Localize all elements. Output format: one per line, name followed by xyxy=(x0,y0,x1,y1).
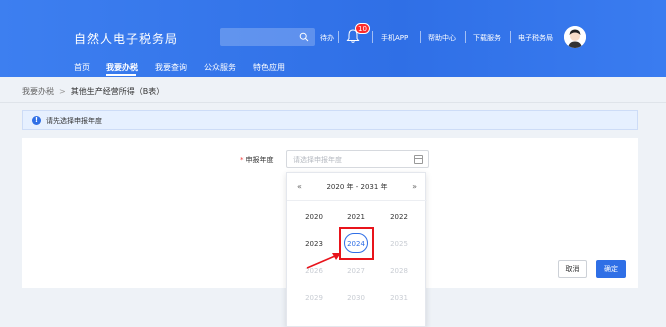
nav-active-indicator xyxy=(106,74,136,76)
breadcrumb: 我要办税 > 其他生产经营所得（B表） xyxy=(22,86,164,97)
nav-home[interactable]: 首页 xyxy=(74,62,90,73)
year-cell-2022[interactable]: 2022 xyxy=(384,213,414,221)
year-label: * 申报年度 xyxy=(240,155,274,165)
breadcrumb-parent[interactable]: 我要办税 xyxy=(22,87,54,96)
notification-badge: 10 xyxy=(355,23,370,34)
year-cell-2021[interactable]: 2021 xyxy=(341,213,371,221)
notice-bar: ! 请先选择申报年度 xyxy=(22,110,638,130)
cancel-button[interactable]: 取消 xyxy=(558,260,587,278)
mobile-app-link[interactable]: 手机APP xyxy=(381,33,408,43)
nav-featured-apps[interactable]: 特色应用 xyxy=(253,62,285,73)
pointer-arrow-icon xyxy=(306,253,341,269)
calendar-icon xyxy=(414,155,423,164)
download-link[interactable]: 下载服务 xyxy=(473,33,501,43)
year-select-input[interactable]: 请选择申报年度 xyxy=(286,150,429,168)
top-header: 自然人电子税务局 待办 10 手机APP 帮助中心 下载服务 电子税务局 首页 … xyxy=(0,0,666,77)
header-divider xyxy=(372,31,373,43)
year-cell-2030: 2030 xyxy=(347,294,365,302)
picker-header: « 2020 年 - 2031 年 » xyxy=(287,173,427,201)
info-icon: ! xyxy=(32,116,41,125)
divider xyxy=(0,102,666,103)
header-divider xyxy=(338,31,339,43)
year-cell-2025: 2025 xyxy=(390,240,408,248)
tax-bureau-link[interactable]: 电子税务局 xyxy=(518,33,553,43)
todo-link[interactable]: 待办 xyxy=(320,33,334,43)
app-title: 自然人电子税务局 xyxy=(74,32,179,46)
help-center-link[interactable]: 帮助中心 xyxy=(428,33,456,43)
header-divider xyxy=(510,31,511,43)
header-divider xyxy=(465,31,466,43)
year-cell-2029: 2029 xyxy=(305,294,323,302)
next-decade-button[interactable]: » xyxy=(412,182,417,191)
year-cell-2023[interactable]: 2023 xyxy=(299,240,329,248)
confirm-button[interactable]: 确定 xyxy=(596,260,626,278)
user-avatar-icon xyxy=(564,26,586,48)
breadcrumb-current: 其他生产经营所得（B表） xyxy=(70,87,165,96)
breadcrumb-separator: > xyxy=(59,87,66,96)
search-input[interactable] xyxy=(220,28,315,46)
header-divider xyxy=(420,31,421,43)
nav-query[interactable]: 我要查询 xyxy=(155,62,187,73)
avatar[interactable] xyxy=(564,26,586,48)
year-cell-2020[interactable]: 2020 xyxy=(299,213,329,221)
year-cell-2031: 2031 xyxy=(390,294,408,302)
search-icon[interactable] xyxy=(299,32,309,42)
required-mark: * xyxy=(240,156,244,164)
nav-public-service[interactable]: 公众服务 xyxy=(204,62,236,73)
year-cell-2028: 2028 xyxy=(390,267,408,275)
year-placeholder: 请选择申报年度 xyxy=(293,156,342,164)
notice-text: 请先选择申报年度 xyxy=(46,117,102,125)
year-label-text: 申报年度 xyxy=(245,156,274,164)
nav-tax-filing[interactable]: 我要办税 xyxy=(106,62,138,73)
year-cell-2027: 2027 xyxy=(347,267,365,275)
decade-range: 2020 年 - 2031 年 xyxy=(326,183,388,191)
